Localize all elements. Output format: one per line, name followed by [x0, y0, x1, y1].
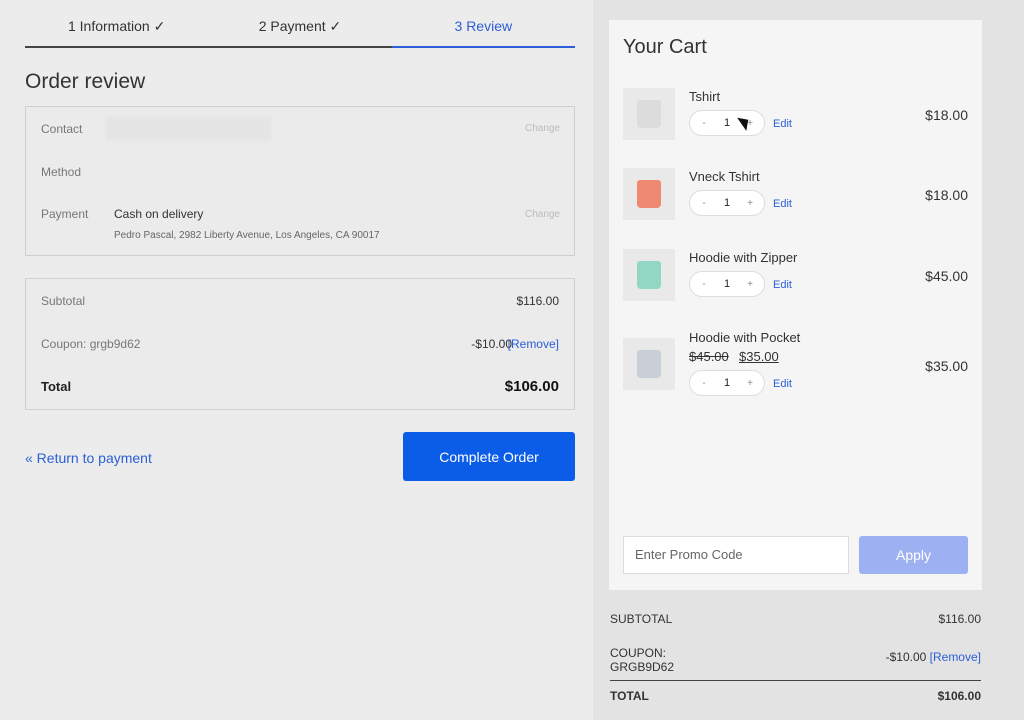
coupon-value: -$10.00: [471, 337, 512, 351]
tshirt-icon: [637, 100, 661, 128]
contact-change-link[interactable]: Change: [525, 123, 560, 134]
hoodie-pocket-thumbnail: [623, 338, 675, 390]
cart-title: Your Cart: [623, 36, 707, 58]
summary-coupon-label-2: GRGB9D62: [610, 660, 675, 674]
blurred-contact-value: [106, 117, 271, 141]
return-to-payment-link[interactable]: « Return to payment: [25, 450, 152, 466]
order-totals-box: Subtotal $116.00 Coupon: grgb9d62 -$10.0…: [25, 278, 575, 410]
quantity-stepper[interactable]: -1 +: [689, 370, 765, 396]
method-label: Method: [41, 165, 82, 179]
item-price: $45.00: [925, 268, 968, 284]
hoodie-zipper-thumbnail: [623, 249, 675, 301]
edit-link[interactable]: Edit: [773, 198, 792, 210]
checkout-steps: 1 Information ✓ 2 Payment ✓ 3 Review: [25, 0, 575, 48]
quantity-stepper[interactable]: -1 +: [689, 110, 765, 136]
summary-total-label: TOTAL: [610, 689, 649, 703]
vneck-tshirt-thumbnail: [623, 168, 675, 220]
sale-price: $35.00: [739, 349, 779, 364]
item-price: $18.00: [925, 107, 968, 123]
payment-label: Payment: [41, 207, 89, 221]
coupon-label: Coupon: grgb9d62: [41, 337, 141, 351]
summary-subtotal-row: SUBTOTAL $116.00: [610, 612, 981, 626]
step-payment[interactable]: 2 Payment ✓: [208, 0, 392, 48]
subtotal-value: $116.00: [516, 294, 560, 308]
summary-divider: [610, 680, 981, 681]
total-label: Total: [41, 379, 72, 394]
summary-subtotal-label: SUBTOTAL: [610, 612, 673, 626]
quantity-stepper[interactable]: -1 +: [689, 190, 765, 216]
summary-coupon-value: -$10.00 [Remove]: [885, 650, 981, 664]
complete-order-button[interactable]: Complete Order: [403, 432, 575, 481]
hoodie-icon: [637, 261, 661, 289]
total-value: $106.00: [504, 378, 559, 395]
remove-coupon-link[interactable]: [Remove]: [508, 337, 559, 351]
subtotal-label: Subtotal: [41, 294, 86, 308]
edit-link[interactable]: Edit: [773, 279, 792, 291]
old-price: $45.00: [689, 349, 729, 364]
summary-remove-coupon-link[interactable]: [Remove]: [930, 650, 981, 664]
step-review[interactable]: 3 Review: [391, 0, 575, 48]
contact-label: Contact: [41, 122, 83, 136]
apply-promo-button[interactable]: Apply: [859, 536, 968, 574]
edit-link[interactable]: Edit: [773, 118, 792, 130]
quantity-stepper[interactable]: -1 +: [689, 271, 765, 297]
item-name: Hoodie with Pocket: [689, 330, 801, 345]
payment-change-link[interactable]: Change: [525, 209, 560, 220]
billing-address: Pedro Pascal, 2982 Liberty Avenue, Los A…: [114, 230, 380, 241]
step-information[interactable]: 1 Information ✓: [25, 0, 209, 48]
tshirt-thumbnail: [623, 88, 675, 140]
summary-coupon-label-1: COUPON:: [610, 646, 667, 660]
summary-total-row: TOTAL $106.00: [610, 689, 981, 703]
item-name: Hoodie with Zipper: [689, 250, 798, 265]
item-name: Tshirt: [689, 89, 721, 104]
payment-method: Cash on delivery: [114, 207, 204, 221]
review-box: Contact Change Method Payment Cash on de…: [25, 106, 575, 256]
cart-card: Your Cart Tshirt -1 + Edit $18.00 Vneck T…: [609, 20, 982, 590]
page-title: Order review: [25, 70, 146, 93]
promo-code-input[interactable]: Enter Promo Code: [623, 536, 849, 574]
summary-total-value: $106.00: [937, 689, 981, 703]
item-price: $35.00: [925, 358, 968, 374]
edit-link[interactable]: Edit: [773, 378, 792, 390]
summary-coupon-row: COUPON: GRGB9D62 -$10.00 [Remove]: [610, 646, 981, 674]
tshirt-icon: [637, 180, 661, 208]
item-name: Vneck Tshirt: [689, 169, 760, 184]
hoodie-icon: [637, 350, 661, 378]
item-price: $18.00: [925, 187, 968, 203]
summary-subtotal-value: $116.00: [938, 612, 982, 626]
